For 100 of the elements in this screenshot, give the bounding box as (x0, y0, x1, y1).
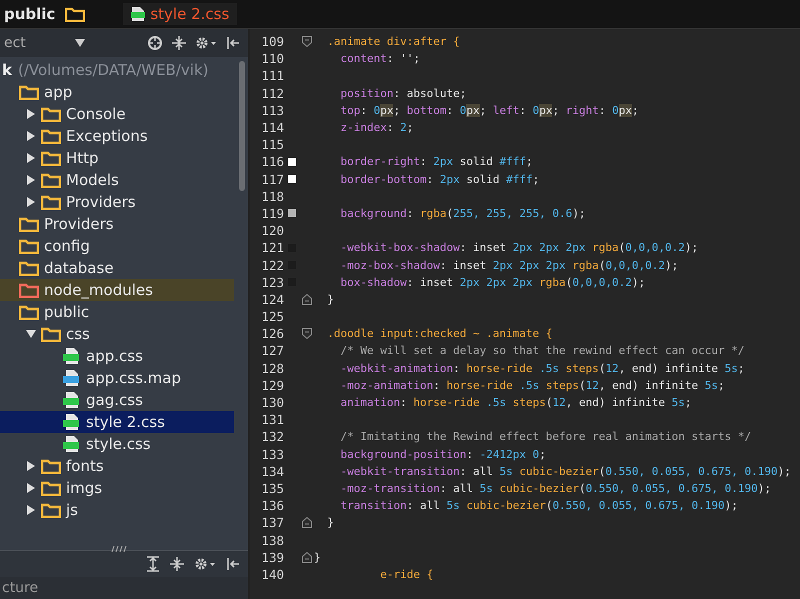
code-line: border-right: 2px solid #fff; (339, 155, 533, 168)
settings-icon[interactable] (195, 35, 217, 51)
code-line: position: absolute; (339, 86, 466, 100)
code-line: .doodle input:checked ~ .animate { (326, 327, 552, 340)
line-number: 129 (260, 378, 284, 393)
tree-item[interactable]: node_modules (0, 279, 234, 301)
tree-item[interactable]: style.css (0, 433, 234, 455)
project-root-name[interactable]: k (2, 61, 12, 79)
code-line: } (326, 292, 334, 306)
code-line: transition: all 5s cubic-bezier(0.550, 0.055, 0.675, 0.190); (339, 499, 738, 512)
line-number: 135 (260, 480, 284, 496)
collapse-icon[interactable] (172, 35, 186, 51)
code-line: /* We will set a delay so that the rewind effect can occur */ (339, 344, 744, 358)
folder-icon (41, 128, 61, 144)
collapsed-arrow-icon[interactable] (26, 131, 36, 141)
code-line: -moz-transition: all 5s cubic-bezier(0.550, 0.055, 0.675, 0.190); (339, 482, 771, 495)
code-line: -webkit-animation: horse-ride .5s steps(12, end) infinite 5s; (339, 362, 745, 375)
collapsed-arrow-icon[interactable] (26, 483, 36, 493)
caret-icon[interactable] (74, 39, 85, 47)
structure-panel-title[interactable]: cture (2, 580, 38, 596)
settings-icon[interactable] (194, 556, 216, 572)
folder-icon (19, 238, 39, 254)
tree-item[interactable]: Providers (0, 213, 234, 235)
line-number: 130 (260, 395, 284, 410)
project-root-path: (/Volumes/DATA/WEB/vik) (18, 61, 208, 79)
line-number: 110 (260, 51, 284, 66)
line-number: 128 (260, 360, 284, 376)
code-line: box-shadow: inset 2px 2px 2px rgba(0,0,0,0.2); (339, 276, 646, 289)
code-line: -webkit-box-shadow: inset 2px 2px 2px rgba(0,0,0,0.2); (339, 241, 698, 254)
line-number: 136 (260, 498, 284, 514)
tree-item[interactable]: app.css.map (0, 367, 234, 389)
expanded-arrow-icon[interactable] (26, 329, 36, 339)
code-line: animation: horse-ride .5s steps(12, end) infinite 5s; (339, 396, 692, 410)
tree-item[interactable]: public (0, 301, 234, 323)
line-number: 113 (260, 102, 284, 118)
tree-item[interactable]: style 2.css (0, 411, 234, 433)
tree-item[interactable]: database (0, 257, 234, 279)
code-line: } (314, 550, 321, 564)
file-icon (63, 347, 81, 365)
tree-item[interactable]: app (0, 81, 234, 103)
tree-item[interactable]: Exceptions (0, 125, 234, 147)
tree-item[interactable]: fonts (0, 455, 234, 477)
folder-icon (19, 304, 39, 320)
collapsed-arrow-icon[interactable] (26, 505, 36, 515)
scrollbar[interactable] (239, 61, 245, 191)
folder-icon (19, 260, 39, 276)
tree-item[interactable]: app.css (0, 345, 234, 367)
collapsed-arrow-icon[interactable] (26, 153, 36, 163)
fold-marker-icon[interactable] (302, 36, 312, 48)
line-number: 116 (260, 154, 284, 170)
editor-tab[interactable]: style 2.css (123, 3, 238, 25)
folder-icon (19, 282, 39, 298)
tree-item[interactable]: Console (0, 103, 234, 125)
tree-item[interactable]: Providers (0, 191, 234, 213)
tree-item[interactable]: Models (0, 169, 234, 191)
collapsed-arrow-icon[interactable] (26, 461, 36, 471)
file-icon (63, 435, 81, 453)
expand-icon[interactable] (146, 556, 160, 572)
line-number: 121 (260, 240, 284, 256)
fold-end-marker-icon[interactable] (302, 552, 312, 563)
tree-item[interactable]: config (0, 235, 234, 257)
code-line: } (326, 516, 334, 530)
fold-marker-icon[interactable] (302, 328, 312, 340)
code-line: top: 0px; bottom: 0px; left: 0px; right: 0px; (339, 104, 639, 117)
breadcrumb[interactable]: public (4, 5, 56, 23)
tree-item[interactable]: Http (0, 147, 234, 169)
collapse-icon[interactable] (170, 556, 184, 572)
collapsed-arrow-icon[interactable] (26, 109, 36, 119)
folder-icon (19, 84, 39, 100)
tree-item[interactable]: imgs (0, 477, 234, 499)
line-number: 123 (260, 274, 284, 290)
folder-icon (41, 194, 61, 210)
file-icon (63, 369, 81, 387)
folder-icon (41, 150, 61, 166)
code-line: border-bottom: 2px solid #fff; (339, 172, 540, 186)
tree-item[interactable]: gag.css (0, 389, 234, 411)
line-number: 115 (260, 137, 284, 152)
code-line: background: rgba(255, 255, 255, 0.6); (339, 206, 586, 220)
tree-item[interactable]: js (0, 499, 234, 521)
line-number: 139 (260, 550, 284, 565)
line-number: 137 (260, 515, 284, 530)
collapsed-arrow-icon[interactable] (26, 175, 36, 185)
code-line: .animate div:after { (326, 35, 460, 48)
line-number: 133 (260, 446, 284, 462)
hide-panel-icon[interactable] (226, 35, 240, 51)
collapsed-arrow-icon[interactable] (26, 197, 36, 207)
hide-panel-icon[interactable] (226, 556, 240, 572)
tree-item[interactable]: css (0, 323, 234, 345)
folder-icon (41, 172, 61, 188)
line-number: 125 (260, 309, 284, 324)
line-number: 117 (260, 172, 284, 187)
line-number: 127 (260, 343, 284, 358)
panel-title: ect (4, 35, 26, 51)
crosshair-icon[interactable] (147, 35, 163, 51)
line-number: 126 (260, 326, 284, 342)
code-line: /* Imitating the Rewind effect before real animation starts */ (339, 430, 752, 444)
fold-end-marker-icon[interactable] (302, 294, 312, 305)
fold-end-marker-icon[interactable] (302, 517, 312, 528)
line-number: 132 (260, 429, 284, 444)
folder-icon (41, 502, 61, 518)
